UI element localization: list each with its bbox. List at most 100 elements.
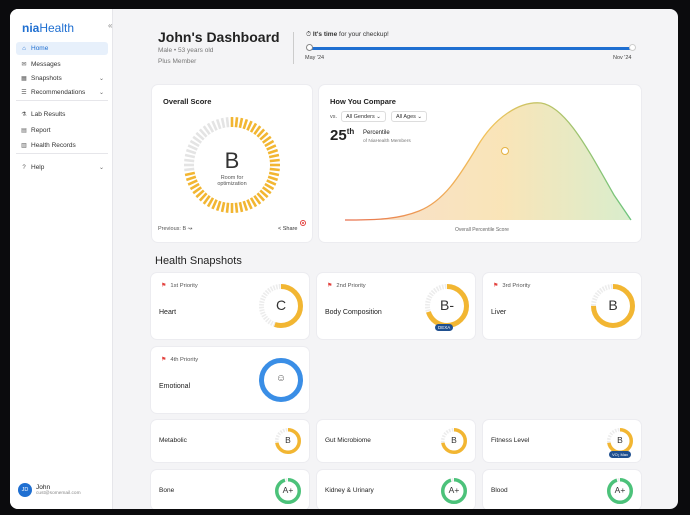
score-tick bbox=[215, 200, 222, 212]
compare-card: How You Compare vs. All Genders ⌄ All Ag… bbox=[319, 85, 641, 242]
previous-score: Previous: B ↝ bbox=[158, 226, 192, 232]
score-tick bbox=[187, 144, 198, 151]
score-tick bbox=[269, 167, 280, 172]
sidebar-item-label: Home bbox=[31, 45, 49, 52]
snapshot-grade: B bbox=[608, 297, 618, 313]
sidebar-item-snapshots[interactable]: ▦ Snapshots ⌄ bbox=[16, 72, 108, 85]
sidebar-item-recommendations[interactable]: ☰ Recommendations ⌄ bbox=[16, 86, 108, 99]
snapshot-grade: B bbox=[451, 435, 457, 445]
score-tick bbox=[220, 201, 226, 213]
user-name: John bbox=[36, 484, 51, 491]
previous-score-text: Previous: B bbox=[158, 226, 187, 232]
score-tick bbox=[234, 117, 239, 128]
snapshot-name: Liver bbox=[491, 309, 507, 316]
score-tick bbox=[185, 175, 197, 182]
chevron-down-icon: ⌄ bbox=[98, 90, 104, 96]
snapshot-card-body-composition[interactable]: ⚑ 2nd Priority Body Composition B- DEXA bbox=[317, 273, 475, 339]
snapshot-name: Body Composition bbox=[325, 309, 382, 316]
records-icon: ▥ bbox=[21, 143, 27, 149]
snapshot-badge: VO₂ Max bbox=[609, 451, 631, 458]
share-notification-dot bbox=[300, 220, 306, 226]
logo[interactable]: niaHealth bbox=[22, 21, 74, 35]
checkup-bold: It's time bbox=[312, 31, 338, 38]
user-profile[interactable]: JD John cust@somemail.com bbox=[18, 483, 81, 497]
snapshot-name: Gut Microbiome bbox=[325, 437, 371, 444]
snapshot-grade: B bbox=[285, 435, 291, 445]
user-email: cust@somemail.com bbox=[36, 491, 81, 496]
snapshot-card-heart[interactable]: ⚑ 1st Priority Heart C bbox=[151, 273, 309, 339]
score-tick bbox=[225, 202, 230, 213]
sidebar-item-label: Lab Results bbox=[31, 111, 66, 118]
sidebar: niaHealth « ⌂ Home ✉ Messages ▦ Snapshots ⌄ ☰ Re… bbox=[10, 9, 113, 509]
checkup-progress-bar bbox=[306, 44, 636, 51]
score-tick bbox=[215, 118, 222, 130]
score-tick bbox=[242, 118, 249, 130]
score-tick bbox=[269, 158, 280, 163]
flag-icon: ⚑ bbox=[493, 283, 499, 289]
priority-text: 2nd Priority bbox=[336, 282, 366, 289]
distribution-area bbox=[345, 102, 631, 220]
sidebar-item-home[interactable]: ⌂ Home bbox=[16, 42, 108, 55]
overall-score-card: Overall Score B Room for optimization Pr… bbox=[152, 85, 312, 242]
progress-start-label: May '24 bbox=[305, 55, 325, 61]
share-button[interactable]: < Share bbox=[278, 226, 297, 232]
score-tick bbox=[184, 171, 196, 177]
health-snapshots-title: Health Snapshots bbox=[155, 255, 242, 267]
priority-label: ⚑ 1st Priority bbox=[161, 282, 198, 290]
snapshot-card-fitness-level[interactable]: Fitness Level B VO₂ Max bbox=[483, 420, 641, 462]
user-percentile-marker[interactable] bbox=[501, 147, 509, 155]
priority-text: 1st Priority bbox=[170, 282, 198, 289]
lab-icon: ⚗ bbox=[21, 112, 27, 118]
flag-icon: ⚑ bbox=[327, 283, 333, 289]
score-tick bbox=[234, 202, 239, 213]
sidebar-item-messages[interactable]: ✉ Messages bbox=[16, 58, 108, 71]
header-divider bbox=[293, 32, 294, 64]
app-window: niaHealth « ⌂ Home ✉ Messages ▦ Snapshots ⌄ ☰ Re… bbox=[10, 9, 678, 509]
checkup-reminder: ⏱ It's time for your checkup! bbox=[306, 31, 389, 39]
snapshot-card-emotional[interactable]: ⚑ 4th Priority Emotional ☺ bbox=[151, 347, 309, 413]
sidebar-divider bbox=[16, 153, 108, 154]
priority-label: ⚑ 4th Priority bbox=[161, 356, 198, 364]
score-tick bbox=[246, 199, 253, 210]
score-tick bbox=[184, 153, 196, 159]
priority-text: 3rd Priority bbox=[502, 282, 531, 289]
snapshot-name: Metabolic bbox=[159, 437, 187, 444]
score-tick bbox=[187, 179, 198, 186]
collapse-sidebar-icon[interactable]: « bbox=[108, 21, 112, 30]
sidebar-item-label: Messages bbox=[31, 61, 61, 68]
sidebar-item-health-records[interactable]: ▥ Health Records bbox=[16, 139, 108, 152]
snapshot-card-gut-microbiome[interactable]: Gut Microbiome B bbox=[317, 420, 475, 462]
snapshot-name: Blood bbox=[491, 487, 508, 494]
score-tick bbox=[225, 117, 230, 128]
score-tick bbox=[242, 200, 249, 212]
snapshot-name: Kidney & Urinary bbox=[325, 487, 374, 494]
sidebar-item-lab-results[interactable]: ⚗ Lab Results bbox=[16, 108, 108, 121]
clock-icon: ⏱ bbox=[306, 31, 313, 38]
snapshot-card-blood[interactable]: Blood A+ bbox=[483, 470, 641, 509]
snapshot-grade: A+ bbox=[614, 485, 626, 495]
snapshot-name: Heart bbox=[159, 309, 177, 316]
score-tick bbox=[184, 158, 195, 163]
sidebar-divider bbox=[16, 100, 108, 101]
sidebar-item-help[interactable]: ? Help ⌄ bbox=[16, 161, 108, 174]
user-demographics: Male • 53 years old bbox=[158, 47, 214, 54]
snapshot-card-metabolic[interactable]: Metabolic B bbox=[151, 420, 309, 462]
priority-label: ⚑ 3rd Priority bbox=[493, 282, 531, 290]
snapshot-card-kidney-urinary[interactable]: Kidney & Urinary A+ bbox=[317, 470, 475, 509]
percentile-distribution-chart bbox=[344, 102, 632, 221]
snapshot-card-liver[interactable]: ⚑ 3rd Priority Liver B bbox=[483, 273, 641, 339]
trend-icon: ↝ bbox=[187, 226, 193, 232]
chevron-down-icon: ⌄ bbox=[98, 76, 104, 82]
score-tick bbox=[238, 117, 244, 129]
help-icon: ? bbox=[22, 164, 26, 171]
score-tick bbox=[267, 148, 279, 155]
snapshot-card-bone[interactable]: Bone A+ bbox=[151, 470, 309, 509]
score-tick bbox=[185, 148, 197, 155]
overall-grade: B bbox=[224, 148, 240, 173]
sidebar-item-report[interactable]: ▤ Report bbox=[16, 124, 108, 137]
chart-xlabel: Overall Percentile Score bbox=[455, 227, 509, 233]
sidebar-item-label: Help bbox=[31, 164, 45, 171]
sidebar-item-label: Health Records bbox=[31, 142, 76, 149]
score-tick bbox=[267, 175, 279, 182]
snapshot-grade: A+ bbox=[448, 485, 460, 495]
